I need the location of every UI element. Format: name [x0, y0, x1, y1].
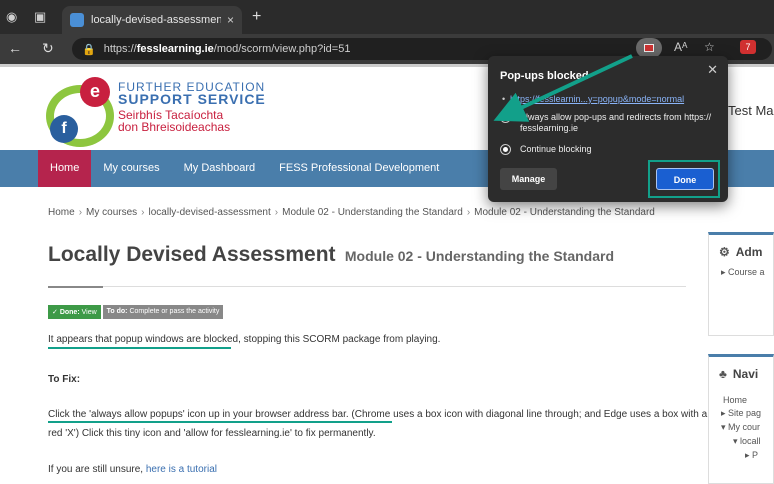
breadcrumb-separator-icon: › — [141, 207, 145, 218]
fix-instructions-line-1: Click the 'always allow popups' icon up … — [48, 409, 708, 420]
breadcrumb-separator-icon: › — [78, 207, 83, 218]
popup-blocked-icon[interactable] — [636, 38, 662, 58]
module-subtitle: Module 02 - Understanding the Standard — [344, 248, 615, 264]
always-allow-radio[interactable] — [500, 112, 511, 123]
nav-block-my-courses[interactable]: ▾ My cour — [709, 422, 773, 433]
logo-line-4: don Bhreisoideachas — [118, 120, 231, 134]
profile-icon[interactable]: ◉ — [6, 9, 17, 25]
nav-fess-professional-development[interactable]: FESS Professional Development — [267, 150, 451, 187]
bullet-icon: • — [502, 94, 506, 104]
sitemap-icon: ♣ — [719, 367, 727, 381]
logo-line-2: SUPPORT SERVICE — [118, 91, 266, 107]
favorite-star-icon[interactable]: ☆ — [704, 40, 715, 54]
user-menu[interactable]: Test Ma — [728, 103, 774, 118]
breadcrumb-separator-icon: › — [274, 207, 279, 218]
tutorial-line: If you are still unsure, here is a tutor… — [48, 464, 217, 475]
breadcrumb: Home › My courses › locally-devised-assessme… — [48, 207, 655, 218]
administration-title: Adm — [735, 245, 763, 259]
url-path: /mod/scorm/view.php?id=51 — [213, 43, 351, 55]
nav-block-course[interactable]: ▾ locall — [709, 436, 773, 447]
title-divider — [48, 286, 686, 287]
close-tab-icon[interactable]: × — [227, 13, 234, 27]
breadcrumb-item[interactable]: My courses — [86, 207, 137, 218]
continue-blocking-label[interactable]: Continue blocking — [520, 144, 592, 155]
close-dialog-icon[interactable]: ✕ — [707, 62, 718, 78]
logo-text: FURTHER EDUCATION SUPPORT SERVICE Seirbh… — [118, 81, 266, 133]
continue-blocking-radio[interactable] — [500, 144, 511, 155]
page-title: Locally Devised Assessment Module 02 - U… — [48, 243, 614, 267]
blocked-popup-link[interactable]: https://fesslearnin...y=popup&mode=norma… — [510, 94, 684, 104]
instructions-underline — [48, 421, 392, 423]
navigation-block: ♣ Navi Home ▸ Site pag ▾ My cour ▾ locall… — [708, 354, 774, 484]
completion-badges: ✓ Done: View To do: Complete or pass the… — [48, 305, 224, 319]
gears-icon: ⚙ — [719, 245, 730, 259]
nav-block-site-pages[interactable]: ▸ Site pag — [709, 408, 773, 419]
nav-my-dashboard[interactable]: My Dashboard — [172, 150, 268, 187]
always-allow-label[interactable]: Always allow pop-ups and redirects from … — [520, 112, 711, 134]
site-favicon-icon — [70, 13, 84, 27]
breadcrumb-item[interactable]: Home — [48, 207, 75, 218]
popup-blocked-message: It appears that popup windows are blocke… — [48, 334, 441, 345]
manage-button[interactable]: Manage — [500, 168, 557, 190]
nav-my-courses[interactable]: My courses — [91, 150, 171, 187]
title-accent-divider — [48, 286, 103, 288]
todo-badge: To do: Complete or pass the activity — [102, 305, 224, 319]
back-icon[interactable]: ← — [8, 41, 22, 55]
url-prefix: https:// — [103, 43, 137, 55]
refresh-icon[interactable]: ↻ — [42, 41, 54, 55]
tab-title: locally-devised-assessment: Mod — [91, 14, 221, 26]
course-title: Locally Devised Assessment — [48, 243, 336, 266]
extension-icon[interactable]: 7 — [740, 40, 756, 54]
fix-instructions-line-2: red 'X') Click this tiny icon and 'allow… — [48, 428, 376, 439]
nav-block-module[interactable]: ▸ P — [709, 450, 773, 461]
read-aloud-icon[interactable]: Aᴬ — [674, 40, 687, 54]
browser-tab-bar: ◉ ▣ locally-devised-assessment: Mod × + — [0, 0, 774, 34]
nav-block-home[interactable]: Home — [709, 395, 773, 405]
course-admin-item[interactable]: ▸ Course a — [709, 267, 773, 278]
breadcrumb-item: Module 02 - Understanding the Standard — [474, 207, 655, 218]
url-domain: fesslearning.ie — [136, 43, 214, 55]
fess-logo[interactable]: ef — [46, 77, 118, 147]
tab-actions-icon[interactable]: ▣ — [34, 9, 46, 25]
breadcrumb-item[interactable]: Module 02 - Understanding the Standard — [282, 207, 463, 218]
done-button[interactable]: Done — [656, 168, 714, 190]
breadcrumb-separator-icon: › — [466, 207, 471, 218]
administration-block: ⚙ Adm ▸ Course a — [708, 232, 774, 336]
dialog-title: Pop-ups blocked — [500, 70, 589, 82]
new-tab-button[interactable]: + — [252, 9, 261, 25]
tutorial-link[interactable]: here is a tutorial — [146, 464, 217, 475]
highlight-underline — [48, 347, 231, 349]
breadcrumb-item[interactable]: locally-devised-assessment — [149, 207, 271, 218]
done-badge: ✓ Done: View — [48, 305, 101, 319]
to-fix-heading: To Fix: — [48, 374, 81, 385]
browser-tab[interactable]: locally-devised-assessment: Mod × — [62, 6, 242, 34]
lock-icon[interactable]: 🔒 — [82, 43, 96, 56]
nav-home[interactable]: Home — [38, 150, 92, 187]
navigation-title: Navi — [732, 367, 759, 381]
